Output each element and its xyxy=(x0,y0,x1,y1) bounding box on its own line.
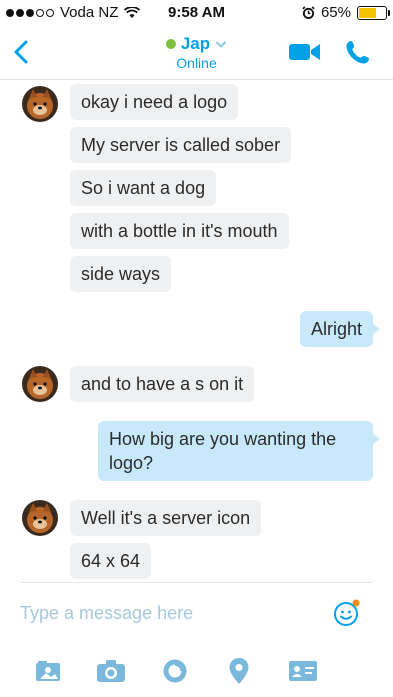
status-bar-right: 65% xyxy=(302,4,390,21)
composer-toolbar xyxy=(0,650,393,690)
message-bubble-incoming[interactable]: Well it's a server icon xyxy=(70,500,262,536)
contact-card-icon xyxy=(289,661,317,681)
contact-card-button[interactable] xyxy=(288,656,318,686)
contact-avatar[interactable] xyxy=(22,366,58,402)
contact-title[interactable]: Jap Online xyxy=(0,34,393,71)
message-input[interactable] xyxy=(20,598,320,628)
chevron-down-icon xyxy=(215,40,227,48)
message-list[interactable]: okay i need a logo My server is called s… xyxy=(0,81,393,581)
mojis-button[interactable] xyxy=(160,656,190,686)
message-bubble-incoming[interactable]: 64 x 64 xyxy=(70,543,152,579)
emoji-button[interactable] xyxy=(332,598,362,628)
message-bubble-incoming[interactable]: My server is called sober xyxy=(70,127,292,163)
emoji-icon xyxy=(334,599,360,626)
status-bar: Voda NZ 9:58 AM 65% xyxy=(0,0,393,26)
camera-icon xyxy=(97,660,125,682)
message-bubble-incoming[interactable]: with a bottle in it's mouth xyxy=(70,213,289,249)
chat-header: Jap Online xyxy=(0,26,393,80)
battery-percent: 65% xyxy=(320,4,351,21)
media-button[interactable] xyxy=(33,656,63,686)
presence-dot-icon xyxy=(165,39,176,49)
phone-call-button[interactable] xyxy=(344,38,372,66)
message-bubble-incoming[interactable]: So i want a dog xyxy=(70,170,217,206)
phone-icon xyxy=(346,41,369,64)
contact-avatar[interactable] xyxy=(22,86,58,122)
message-bubble-incoming[interactable]: side ways xyxy=(70,256,172,292)
contact-name: Jap xyxy=(180,34,211,53)
contact-avatar[interactable] xyxy=(22,500,58,536)
location-icon xyxy=(229,658,249,684)
battery-icon xyxy=(357,5,390,20)
video-call-icon xyxy=(289,44,320,60)
mojis-icon xyxy=(163,659,187,683)
message-bubble-outgoing[interactable]: Alright xyxy=(299,311,381,347)
location-button[interactable] xyxy=(224,656,254,686)
video-call-button[interactable] xyxy=(288,40,322,64)
message-bubble-incoming[interactable]: okay i need a logo xyxy=(70,84,239,120)
battery-fill xyxy=(359,7,376,18)
contact-status: Online xyxy=(176,55,217,71)
camera-button[interactable] xyxy=(96,656,126,686)
message-bubble-incoming[interactable]: and to have a s on it xyxy=(70,366,255,402)
media-icon xyxy=(36,661,60,681)
message-bubble-outgoing[interactable]: How big are you wanting the logo? xyxy=(98,421,380,481)
alarm-icon xyxy=(302,6,315,19)
composer-divider xyxy=(20,582,373,583)
